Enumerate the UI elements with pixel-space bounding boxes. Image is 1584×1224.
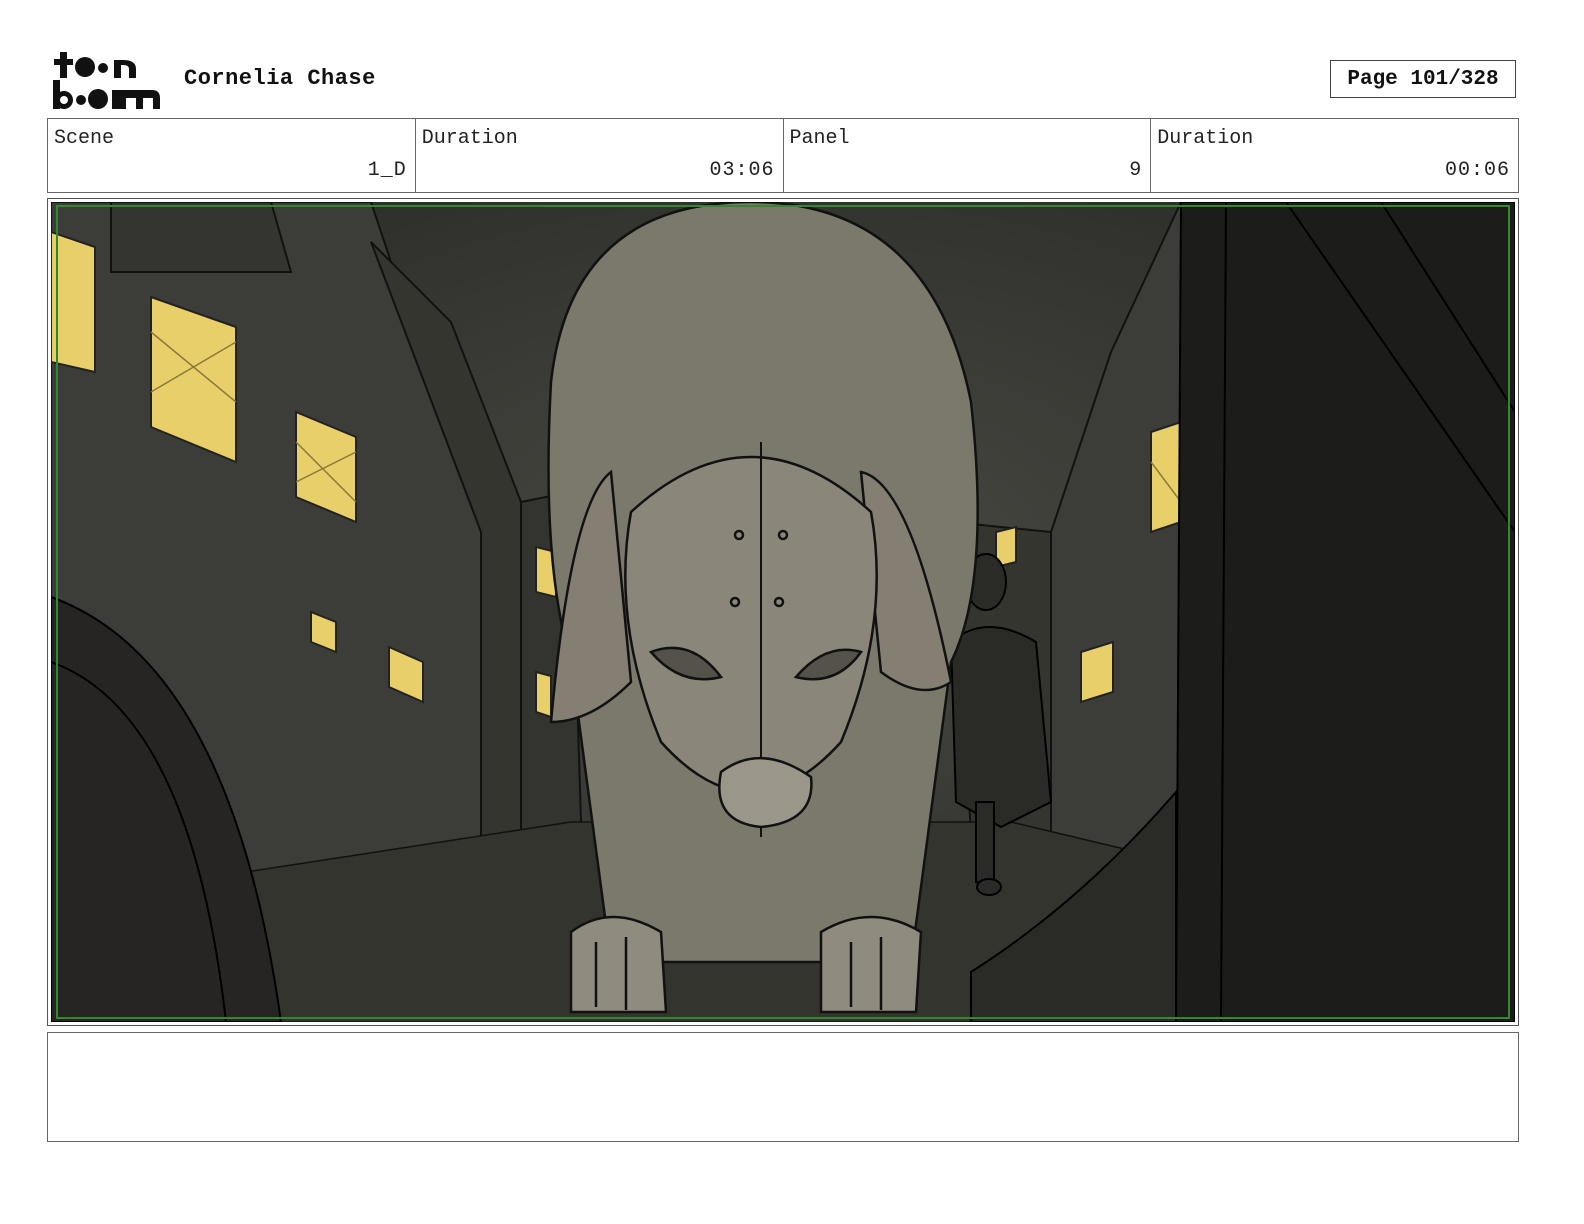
scene-duration-value: 03:06 <box>709 159 775 182</box>
panel-notes-box <box>47 1032 1519 1142</box>
dog-character <box>547 202 979 1014</box>
storyboard-drawing <box>51 202 1515 1022</box>
page-number: Page 101/328 <box>1330 60 1516 98</box>
project-title: Cornelia Chase <box>184 66 376 91</box>
scene-duration-label: Duration <box>421 127 518 150</box>
panel-value: 9 <box>1129 159 1143 182</box>
foreground-wall <box>1174 202 1515 1022</box>
toon-boom-logo <box>50 50 165 112</box>
panel-duration-value: 00:06 <box>1444 159 1510 182</box>
panel-duration-label: Duration <box>1157 127 1254 150</box>
panel-cell: Panel 9 <box>784 119 1152 192</box>
panel-label: Panel <box>789 127 850 150</box>
panel-info-row: Scene 1_D Duration 03:06 Panel 9 Duratio… <box>47 118 1519 193</box>
scene-label: Scene <box>54 127 115 150</box>
scene-cell: Scene 1_D <box>48 119 416 192</box>
scene-duration-cell: Duration 03:06 <box>416 119 784 192</box>
panel-duration-cell: Duration 00:06 <box>1151 119 1518 192</box>
scene-value: 1_D <box>367 159 407 182</box>
